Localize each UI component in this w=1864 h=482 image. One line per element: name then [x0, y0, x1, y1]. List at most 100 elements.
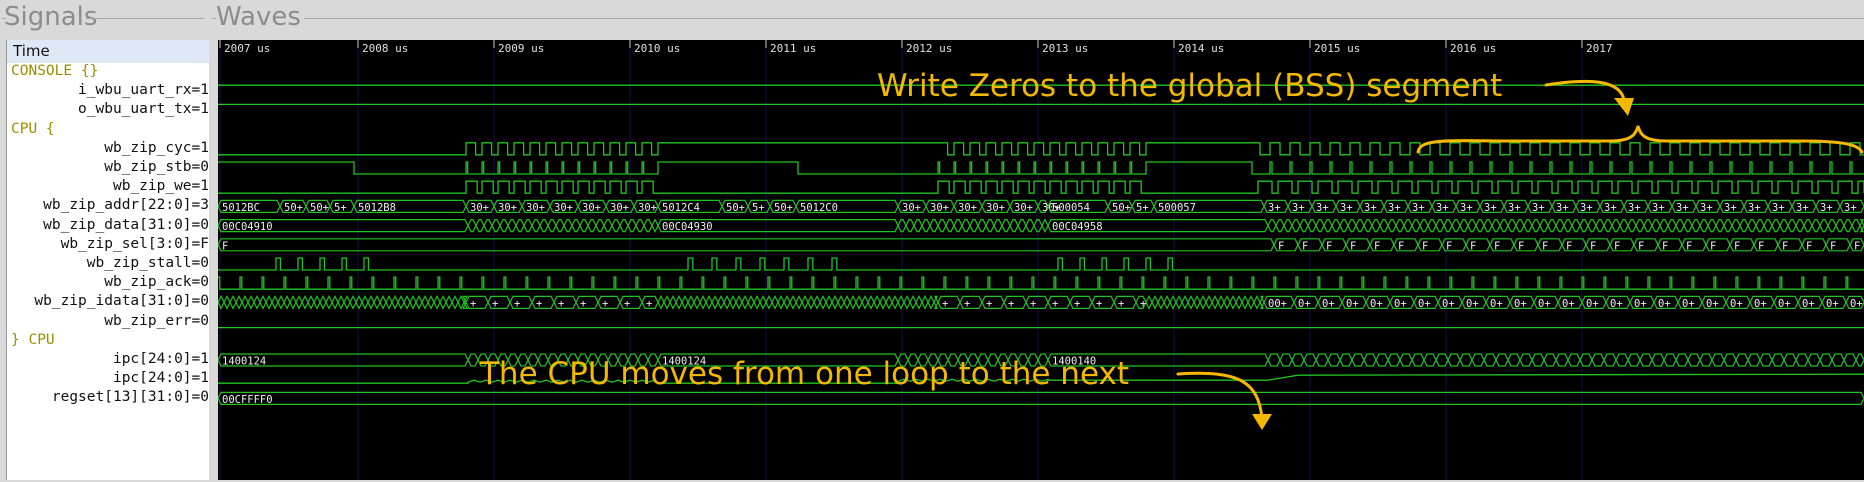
wave-wb-zip-addr-value: 3+	[1676, 202, 1689, 214]
time-tick-label: 2007 us	[224, 42, 270, 55]
time-tick-label: 2016 us	[1450, 42, 1496, 55]
wave-wb-zip-idata	[349, 295, 357, 310]
wave-wb-zip-idata	[433, 295, 441, 310]
wave-wb-zip-addr-value: 50+	[1112, 202, 1131, 214]
wave-wb-zip-data	[1395, 219, 1405, 233]
wave-wb-zip-addr-value: 3+	[1484, 202, 1497, 214]
wave-wb-zip-data	[635, 219, 645, 233]
waveform-canvas[interactable]: 2007 us 2008 us 2009 us 2010 us 2011 us 2012 …	[218, 40, 1864, 480]
wave-wb-zip-data	[1731, 219, 1741, 233]
wave-wb-zip-addr-value: 5+	[1136, 202, 1149, 214]
wave-wb-zip-stall	[218, 257, 1864, 271]
wave-wb-zip-addr-value: 50+	[774, 202, 793, 214]
wave-wb-zip-idata	[439, 295, 447, 310]
wave-wb-zip-data	[1507, 219, 1517, 233]
wave-wb-zip-data	[1451, 219, 1461, 233]
wave-wb-zip-sel-value: F	[1518, 240, 1524, 252]
time-tick-label: 2011 us	[770, 42, 816, 55]
wave-ipc	[1819, 353, 1833, 367]
wave-ipc	[1639, 353, 1653, 367]
wave-wb-zip-idata	[403, 295, 411, 310]
wave-wb-zip-data	[1643, 219, 1653, 233]
wave-wb-zip-idata	[259, 295, 267, 310]
wave-wb-zip-idata	[1163, 295, 1171, 310]
wave-wb-zip-idata	[819, 295, 827, 310]
wave-wb-zip-addr-value: 3+	[1844, 202, 1857, 214]
wave-wb-zip-idata-value: 0+	[1610, 298, 1623, 310]
wave-wb-zip-idata	[457, 295, 465, 310]
wave-wb-zip-idata	[747, 295, 755, 310]
signal-list[interactable]: Time CONSOLE {} i_wbu_uart_rx=1 o_wbu_uart…	[6, 40, 209, 480]
wave-wb-zip-data	[1739, 219, 1749, 233]
wave-wb-zip-idata-value: 0+	[1634, 298, 1647, 310]
wave-wb-zip-idata-value: 0+	[1826, 298, 1839, 310]
wave-wb-zip-data	[1435, 219, 1445, 233]
wave-wb-zip-addr-value: 5+	[334, 202, 347, 214]
wave-wb-zip-data	[555, 219, 565, 233]
wave-wb-zip-data	[547, 219, 557, 233]
wave-wb-zip-idata-value: 0+	[1466, 298, 1479, 310]
wave-ipc	[1627, 353, 1641, 367]
wave-wb-zip-idata-value: 0+	[1730, 298, 1743, 310]
wave-ipc	[1687, 353, 1701, 367]
wave-wb-zip-idata	[783, 295, 791, 310]
wave-wb-zip-data	[1563, 219, 1573, 233]
wave-wb-zip-idata	[1205, 295, 1213, 310]
wave-wb-zip-idata-value: +	[1052, 298, 1058, 310]
wave-wb-zip-data	[587, 219, 597, 233]
wave-wb-zip-data	[531, 219, 541, 233]
time-tick-label: 2010 us	[634, 42, 680, 55]
wave-wb-zip-idata	[777, 295, 785, 310]
wave-wb-zip-data	[1467, 219, 1477, 233]
waves-panel-title: Waves	[216, 2, 301, 32]
wave-wb-zip-idata	[801, 295, 809, 310]
wave-wb-zip-idata	[837, 295, 845, 310]
wave-ipc	[1411, 353, 1425, 367]
wave-wb-zip-data	[1659, 219, 1669, 233]
wave-wb-zip-idata	[271, 295, 279, 310]
wave-wb-zip-data	[1619, 219, 1629, 233]
wave-wb-zip-data	[1009, 219, 1019, 233]
wave-wb-zip-idata	[247, 295, 255, 310]
wave-wb-zip-idata-value: +	[1074, 298, 1080, 310]
wave-ipc	[1843, 353, 1857, 367]
wave-wb-zip-data	[1001, 219, 1011, 233]
time-tick-label: 2014 us	[1178, 42, 1224, 55]
wave-wb-zip-addr-value: 5012BC	[222, 202, 260, 214]
wave-regset	[218, 391, 1864, 405]
wave-wb-zip-idata	[241, 295, 249, 310]
wave-wb-zip-data	[921, 219, 931, 233]
wave-wb-zip-idata	[771, 295, 779, 310]
wave-wb-zip-addr-value: 3+	[1796, 202, 1809, 214]
wave-wb-zip-data	[913, 219, 923, 233]
wave-wb-zip-addr-value: 30+	[526, 202, 545, 214]
wave-wb-zip-sel-value: F	[1494, 240, 1500, 252]
wave-wb-zip-data	[1651, 219, 1661, 233]
wave-ipc	[1591, 353, 1605, 367]
wave-wb-zip-idata	[675, 295, 683, 310]
wave-wb-zip-addr-value: 3+	[1388, 202, 1401, 214]
wave-wb-zip-data	[1747, 219, 1757, 233]
wave-wb-zip-data	[1603, 219, 1613, 233]
wave-wb-zip-idata-value: 0+	[1322, 298, 1335, 310]
wave-ipc	[1375, 353, 1389, 367]
wave-wb-zip-data	[1267, 219, 1277, 233]
wave-wb-zip-data	[627, 219, 637, 233]
wave-wb-zip-sel-value: F	[1614, 240, 1620, 252]
wave-ipc	[1675, 353, 1689, 367]
wave-wb-zip-data	[1851, 219, 1861, 233]
wave-wb-zip-idata	[1169, 295, 1177, 310]
wave-wb-zip-addr-value: 500054	[1052, 202, 1090, 214]
wave-wb-zip-idata	[1199, 295, 1207, 310]
wave-wb-zip-sel-value: F	[1758, 240, 1764, 252]
waveform-view[interactable]: 2007 us 2008 us 2009 us 2010 us 2011 us 2012 …	[218, 40, 1864, 480]
wave-wb-zip-addr-value: 3+	[1412, 202, 1425, 214]
wave-ipc	[1723, 353, 1737, 367]
wave-wb-zip-sel-value: F	[1398, 240, 1404, 252]
wave-wb-zip-idata-value: +	[624, 298, 630, 310]
signal-name[interactable]: regset[13][31:0]=0	[7, 386, 209, 409]
wave-wb-zip-idata-value: 0+	[1658, 298, 1671, 310]
wave-wb-zip-idata	[373, 295, 381, 310]
wave-wb-zip-idata	[669, 295, 677, 310]
wave-wb-zip-sel-value: F	[1686, 240, 1692, 252]
